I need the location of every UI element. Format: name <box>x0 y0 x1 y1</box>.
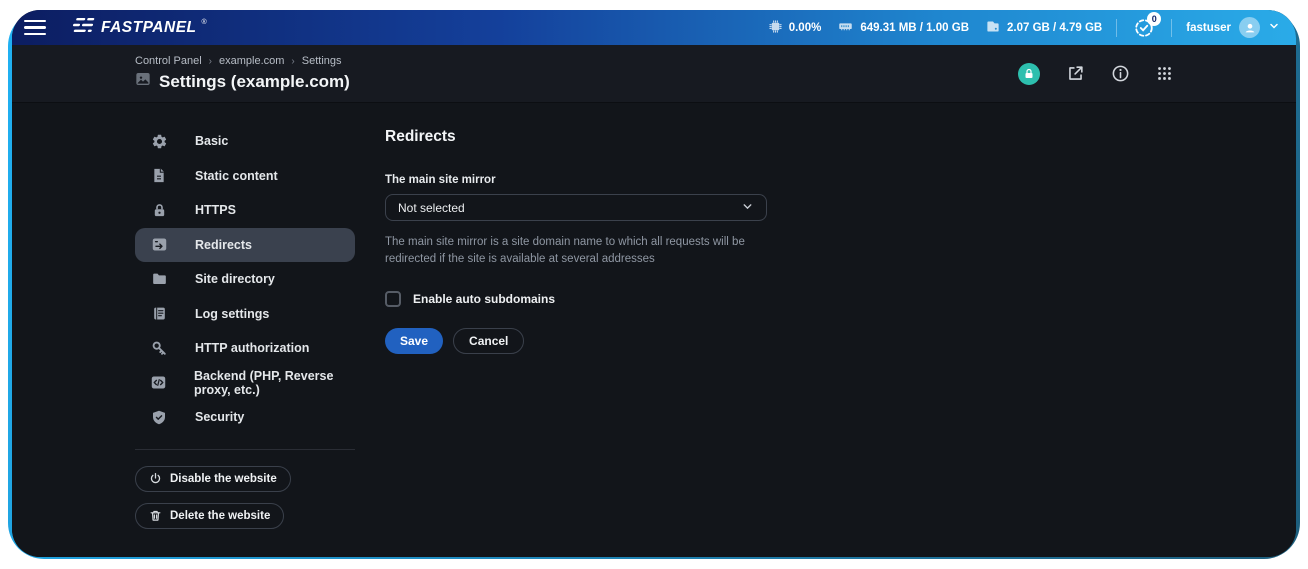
stat-value: 2.07 GB / 4.79 GB <box>1007 22 1102 34</box>
tasks-icon[interactable]: 0 <box>1131 15 1157 41</box>
key-icon <box>150 339 168 357</box>
tasks-count-badge: 0 <box>1147 12 1161 26</box>
breadcrumb-item[interactable]: example.com <box>219 55 284 67</box>
stat-disk: 2.07 GB / 4.79 GB <box>985 19 1102 37</box>
stat-ram: 649.31 MB / 1.00 GB <box>837 19 969 37</box>
sidebar-item-label: Static content <box>195 169 278 183</box>
redirect-icon <box>150 236 168 254</box>
sidebar-item-redirects[interactable]: Redirects <box>135 228 355 263</box>
shield-check-icon <box>150 408 168 426</box>
sidebar-item-label: Basic <box>195 134 228 148</box>
log-icon <box>150 305 168 323</box>
info-icon[interactable] <box>1111 64 1130 83</box>
page-title: Settings (example.com) <box>159 72 350 92</box>
cancel-button[interactable]: Cancel <box>453 328 524 354</box>
breadcrumb-item: Settings <box>302 55 342 67</box>
fastpanel-logo[interactable]: FASTPANEL ® <box>72 17 207 38</box>
lock-icon <box>150 201 168 219</box>
breadcrumb-separator-icon: › <box>209 56 212 67</box>
breadcrumb-separator-icon: › <box>291 56 294 67</box>
sidebar-item-label: Redirects <box>195 238 252 252</box>
cpu-icon <box>768 19 783 37</box>
sidebar-item-static-content[interactable]: Static content <box>135 159 355 194</box>
topbar-divider <box>1171 19 1172 37</box>
apps-grid-icon[interactable] <box>1156 65 1173 82</box>
sidebar-divider <box>135 449 355 450</box>
sidebar-item-label: HTTP authorization <box>195 341 309 355</box>
stat-value: 0.00% <box>789 22 822 34</box>
username: fastuser <box>1186 22 1231 34</box>
sidebar-item-label: Log settings <box>195 307 269 321</box>
settings-sidebar: Basic Static content HTTPS Redirects Site di… <box>135 124 355 557</box>
document-icon <box>150 167 168 185</box>
code-icon <box>150 374 167 392</box>
sidebar-item-label: Backend (PHP, Reverse proxy, etc.) <box>194 369 355 397</box>
mirror-field-label: The main site mirror <box>385 174 767 186</box>
delete-website-label: Delete the website <box>170 510 270 522</box>
ssl-lock-icon[interactable] <box>1018 63 1040 85</box>
logo-text: FASTPANEL <box>101 19 197 37</box>
trash-icon <box>149 509 162 522</box>
folder-icon <box>150 270 168 288</box>
logo-lines-icon <box>72 17 96 38</box>
disk-icon <box>985 19 1001 37</box>
sidebar-item-label: Security <box>195 410 244 424</box>
auto-subdomains-row[interactable]: Enable auto subdomains <box>385 291 767 307</box>
site-favicon-icon <box>135 71 151 92</box>
save-button[interactable]: Save <box>385 328 443 354</box>
chevron-down-icon <box>1268 19 1280 37</box>
ram-icon <box>837 19 854 37</box>
sidebar-item-https[interactable]: HTTPS <box>135 193 355 228</box>
breadcrumb: Control Panel › example.com › Settings <box>135 55 350 67</box>
open-site-external-link-icon[interactable] <box>1066 64 1085 83</box>
sidebar-item-http-authorization[interactable]: HTTP authorization <box>135 331 355 366</box>
stat-cpu: 0.00% <box>768 19 822 37</box>
content-area: Basic Static content HTTPS Redirects Site di… <box>12 103 1296 557</box>
sidebar-item-label: HTTPS <box>195 203 236 217</box>
resource-stats: 0.00% 649.31 MB / 1.00 GB 2.07 GB / 4.79 G… <box>768 19 1103 37</box>
sidebar-item-security[interactable]: Security <box>135 400 355 435</box>
stat-value: 649.31 MB / 1.00 GB <box>860 22 969 34</box>
mirror-help-text: The main site mirror is a site domain na… <box>385 234 767 267</box>
breadcrumb-item[interactable]: Control Panel <box>135 55 202 67</box>
sidebar-item-label: Site directory <box>195 272 275 286</box>
logo-registered-mark: ® <box>202 19 207 26</box>
disable-website-button[interactable]: Disable the website <box>135 466 291 492</box>
sidebar-item-backend-php-reverse-proxy-etc[interactable]: Backend (PHP, Reverse proxy, etc.) <box>135 366 355 401</box>
redirects-form: Redirects The main site mirror Not selec… <box>385 124 767 557</box>
select-value: Not selected <box>398 201 465 215</box>
section-heading: Redirects <box>385 128 767 146</box>
main-site-mirror-select[interactable]: Not selected <box>385 194 767 221</box>
avatar <box>1239 17 1260 38</box>
sidebar-item-site-directory[interactable]: Site directory <box>135 262 355 297</box>
disable-website-label: Disable the website <box>170 473 277 485</box>
auto-subdomains-checkbox[interactable] <box>385 291 401 307</box>
power-icon <box>149 472 162 485</box>
chevron-down-icon <box>741 200 754 216</box>
menu-hamburger-icon[interactable] <box>20 15 50 41</box>
page-header: Control Panel › example.com › Settings Setti… <box>12 45 1296 103</box>
sidebar-item-basic[interactable]: Basic <box>135 124 355 159</box>
auto-subdomains-label: Enable auto subdomains <box>413 292 555 306</box>
page: FASTPANEL ® 0.00% 649.31 MB / 1.00 GB 2.07… <box>0 0 1308 569</box>
app-panel: FASTPANEL ® 0.00% 649.31 MB / 1.00 GB 2.07… <box>12 10 1296 557</box>
topbar-divider <box>1116 19 1117 37</box>
user-menu[interactable]: fastuser <box>1186 17 1280 38</box>
sidebar-item-log-settings[interactable]: Log settings <box>135 297 355 332</box>
delete-website-button[interactable]: Delete the website <box>135 503 284 529</box>
gear-icon <box>150 132 168 150</box>
topbar: FASTPANEL ® 0.00% 649.31 MB / 1.00 GB 2.07… <box>12 10 1296 45</box>
